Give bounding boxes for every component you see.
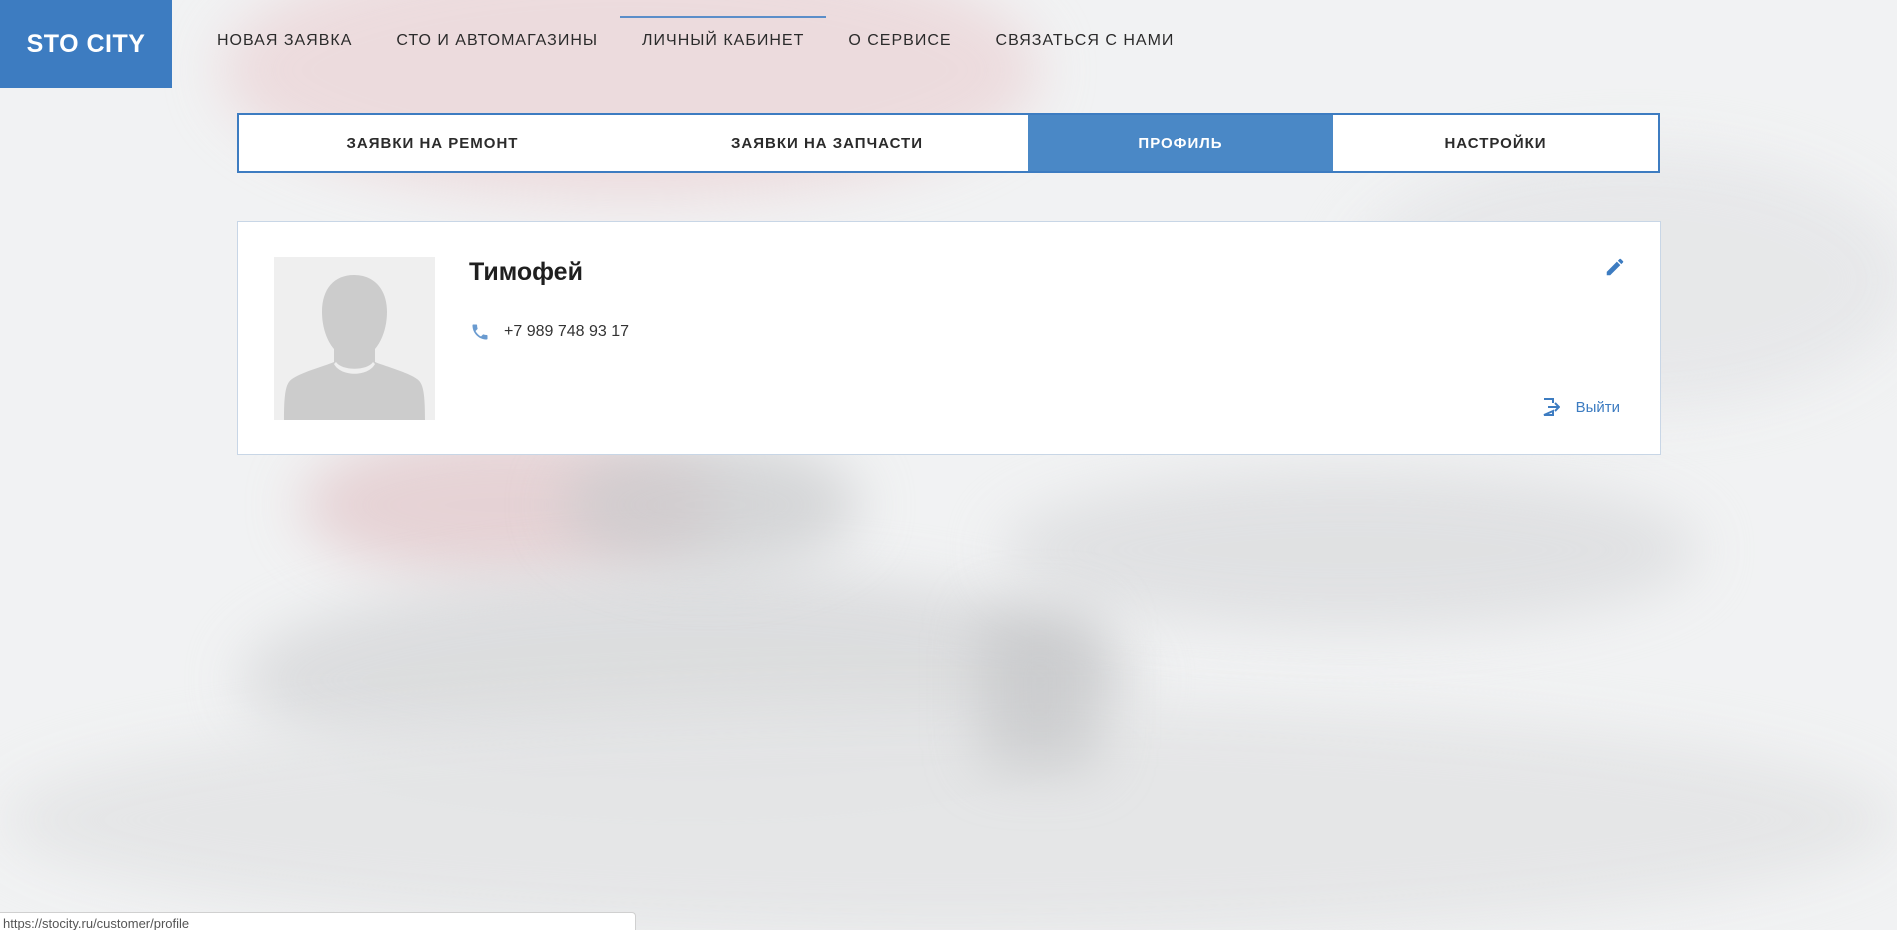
- phone-row: +7 989 748 93 17: [470, 322, 629, 342]
- nav-personal-account[interactable]: ЛИЧНЫЙ КАБИНЕТ: [620, 0, 827, 82]
- main-nav: НОВАЯ ЗАЯВКА СТО И АВТОМАГАЗИНЫ ЛИЧНЫЙ К…: [195, 0, 1196, 88]
- tab-repair-requests[interactable]: ЗАЯВКИ НА РЕМОНТ: [239, 115, 626, 171]
- phone-icon: [472, 324, 488, 340]
- nav-contact[interactable]: СВЯЗАТЬСЯ С НАМИ: [974, 0, 1197, 82]
- logout-button[interactable]: Выйти: [1542, 397, 1620, 417]
- logout-label: Выйти: [1575, 398, 1620, 416]
- nav-new-request[interactable]: НОВАЯ ЗАЯВКА: [195, 0, 374, 82]
- site-header: STO CITY НОВАЯ ЗАЯВКА СТО И АВТОМАГАЗИНЫ…: [0, 0, 1897, 88]
- phone-number: +7 989 748 93 17: [504, 323, 630, 340]
- profile-name: Тимофей: [469, 258, 583, 286]
- nav-about[interactable]: О СЕРВИСЕ: [826, 0, 973, 82]
- nav-services-shops[interactable]: СТО И АВТОМАГАЗИНЫ: [374, 0, 620, 82]
- pencil-icon[interactable]: [1604, 256, 1626, 278]
- tab-parts-requests[interactable]: ЗАЯВКИ НА ЗАПЧАСТИ: [626, 115, 1028, 171]
- logout-icon: [1543, 398, 1560, 416]
- site-logo[interactable]: STO CITY: [0, 0, 172, 88]
- account-tabs: ЗАЯВКИ НА РЕМОНТ ЗАЯВКИ НА ЗАПЧАСТИ ПРОФ…: [237, 113, 1660, 173]
- user-placeholder-icon: [274, 257, 435, 420]
- avatar: [274, 257, 435, 420]
- browser-status-url: https://stocity.ru/customer/profile: [0, 912, 636, 930]
- tab-profile[interactable]: ПРОФИЛЬ: [1028, 115, 1333, 171]
- profile-card: Тимофей +7 989 748 93 17 Выйти: [237, 221, 1661, 455]
- tab-settings[interactable]: НАСТРОЙКИ: [1333, 115, 1658, 171]
